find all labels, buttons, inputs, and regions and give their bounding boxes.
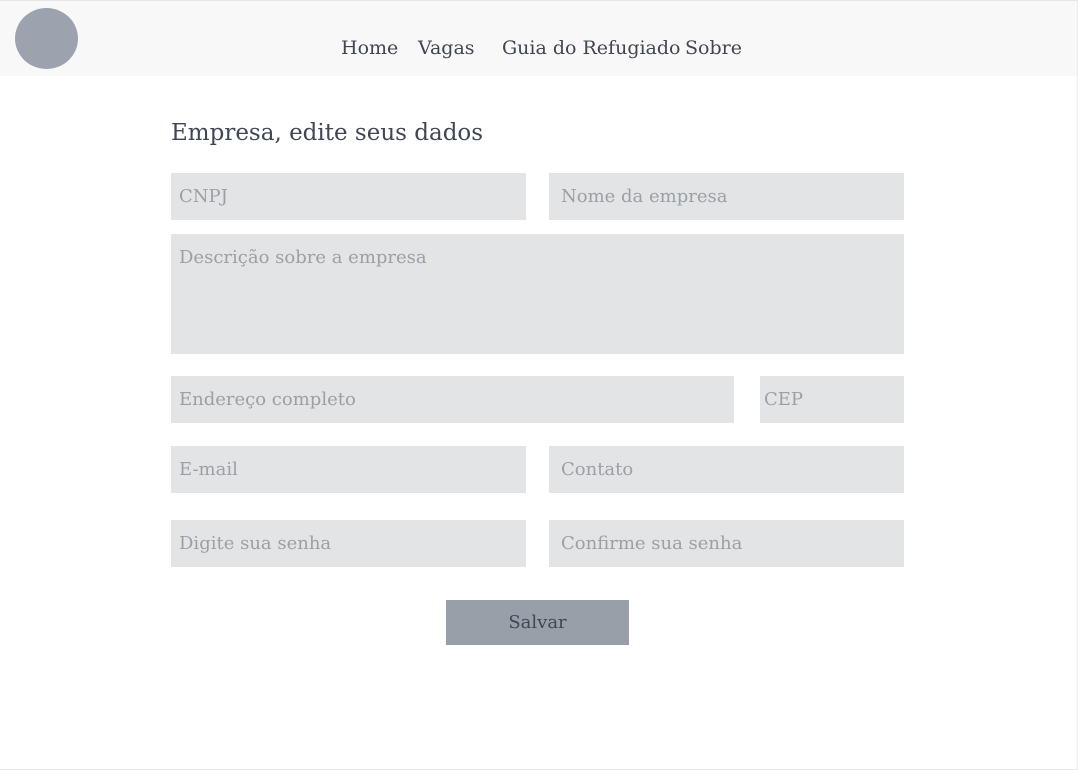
address-field[interactable] — [171, 376, 734, 423]
cnpj-field[interactable] — [171, 173, 526, 220]
email-field[interactable] — [171, 446, 526, 493]
contact-field[interactable] — [549, 446, 904, 493]
confirm-password-field[interactable] — [549, 520, 904, 567]
site-header: Home Vagas Guia do Refugiado Sobre — [0, 1, 1078, 76]
nav-link-home[interactable]: Home — [341, 39, 398, 58]
logo[interactable] — [15, 8, 78, 69]
company-name-field[interactable] — [549, 173, 904, 220]
nav-link-sobre[interactable]: Sobre — [685, 39, 742, 58]
password-field[interactable] — [171, 520, 526, 567]
save-button[interactable]: Salvar — [446, 600, 629, 645]
page-title: Empresa, edite seus dados — [171, 120, 484, 146]
company-description-field[interactable] — [171, 234, 904, 354]
nav-link-vagas[interactable]: Vagas — [418, 39, 475, 58]
nav-link-guia-do-refugiado[interactable]: Guia do Refugiado — [502, 39, 681, 58]
cep-field[interactable] — [760, 376, 904, 423]
